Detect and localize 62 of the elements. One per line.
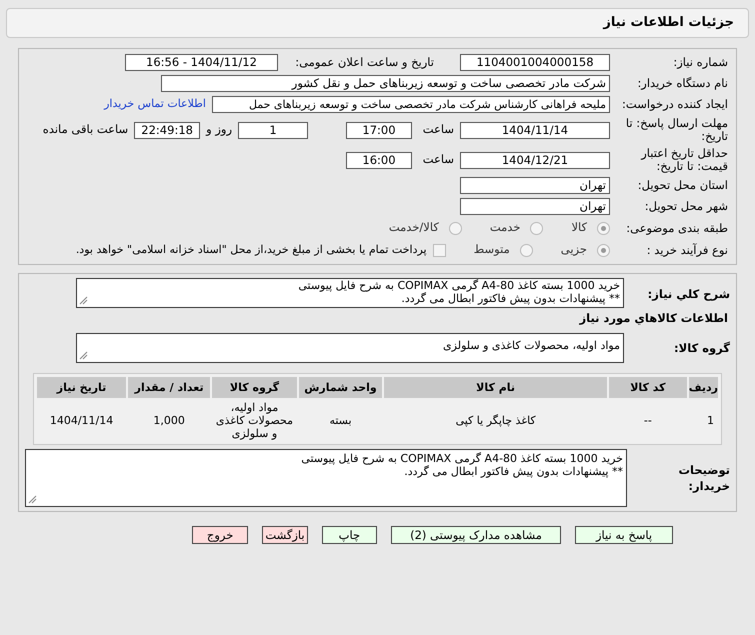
need-number-field: 1104001004000158 bbox=[460, 54, 610, 71]
deadline-time-field: 17:00 bbox=[346, 122, 412, 138]
radio-label: کالا/خدمت bbox=[388, 219, 440, 236]
radio-label: خدمت bbox=[490, 219, 522, 236]
page-title: جزئیات اطلاعات نیاز bbox=[603, 14, 734, 32]
announce-date-field: 1404/11/12 - 16:56 bbox=[125, 54, 278, 71]
province-field: تهران bbox=[460, 177, 610, 194]
column-header: نام کالا bbox=[384, 377, 607, 398]
field-label: شرح كلي نياز: bbox=[646, 286, 730, 303]
field-label: شماره نیاز: bbox=[672, 56, 728, 69]
field-label: استان محل تحویل: bbox=[636, 179, 728, 192]
validity-date-field: 1404/12/21 bbox=[460, 152, 610, 168]
field-label: طبقه بندی موضوعی: bbox=[625, 222, 728, 234]
resize-grip-icon[interactable] bbox=[28, 495, 37, 504]
field-label: شهر محل تحویل: bbox=[644, 200, 728, 213]
checkbox[interactable] bbox=[432, 244, 446, 256]
radio-button[interactable] bbox=[597, 222, 610, 234]
radio-button[interactable] bbox=[520, 244, 533, 256]
radio-label: کالا bbox=[571, 219, 588, 236]
radio-label: متوسط bbox=[474, 241, 511, 258]
column-header: ردیف bbox=[688, 377, 718, 398]
resize-grip-icon[interactable] bbox=[79, 351, 88, 360]
action-button[interactable]: مشاهده مدارک پیوستی (2) bbox=[391, 526, 561, 544]
buyer-notes-textarea: خرید 1000 بسته کاغذ A4-80 گرمی COPIMAX به شرح فایل پیوستی ** پیشنهادات بدون پیش فاکتور ابطال می گردد. bbox=[25, 449, 627, 508]
column-header: تاریخ نیاز bbox=[37, 377, 126, 398]
field-label: حداقل تاریخ اعتبار قیمت: تا تاریخ: bbox=[640, 147, 728, 173]
action-button[interactable]: بازگشت bbox=[262, 526, 308, 544]
validity-time-field: 16:00 bbox=[346, 152, 412, 168]
radio-button[interactable] bbox=[448, 222, 462, 234]
column-header: گروه کالا bbox=[212, 377, 297, 398]
column-header: تعداد / مقدار bbox=[128, 377, 210, 398]
section-heading: اطلاعات كالاهاي مورد نياز bbox=[578, 310, 729, 327]
field-label: نام دستگاه خریدار: bbox=[636, 77, 728, 90]
field-label: ساعت باقی مانده bbox=[42, 121, 128, 138]
field-label: روز و bbox=[206, 121, 232, 138]
city-field: تهران bbox=[460, 198, 610, 215]
action-button[interactable]: پاسخ به نیاز bbox=[574, 526, 674, 544]
deadline-date-field: 1404/11/14 bbox=[460, 122, 610, 138]
field-label: تاریخ و ساعت اعلان عمومی: bbox=[294, 54, 434, 71]
field-label: نوع فرآیند خرید : bbox=[646, 244, 728, 256]
column-header: واحد شمارش bbox=[298, 377, 382, 398]
action-button[interactable]: خروج bbox=[192, 526, 248, 544]
action-button[interactable]: چاپ bbox=[322, 526, 378, 544]
payment-note: پرداخت تمام یا بخشی از مبلغ خرید،از محل "اسناد خزانه اسلامی" خواهد بود. bbox=[76, 242, 427, 258]
resize-grip-icon[interactable] bbox=[79, 296, 88, 305]
field-label: ساعت bbox=[422, 151, 454, 168]
buyer-field: شرکت مادر تخصصی ساخت و توسعه زیربناهای حمل و نقل کشور bbox=[161, 75, 610, 92]
radio-label: جزیی bbox=[560, 241, 588, 258]
buyer-contact-link[interactable]: اطلاعات تماس خریدار bbox=[104, 96, 206, 113]
field-label: توضیحات خریدار: bbox=[678, 462, 730, 494]
description-textarea: خرید 1000 بسته کاغذ A4-80 گرمی COPIMAX به شرح فایل پیوستی ** پیشنهادات بدون پیش فاکتور ابطال می گردد. bbox=[76, 278, 624, 308]
column-header: کد کالا bbox=[608, 377, 687, 398]
radio-button[interactable] bbox=[530, 222, 544, 234]
field-label: ساعت bbox=[422, 121, 454, 138]
days-field: 1 bbox=[238, 122, 308, 138]
creator-field: ملیحه فراهانی کارشناس شرکت مادر تخصصی ساخت و توسعه زیربناهای حمل bbox=[212, 96, 610, 113]
radio-button[interactable] bbox=[597, 244, 610, 256]
field-label: مهلت ارسال پاسخ: تا تاریخ: bbox=[624, 117, 728, 143]
goods-group-textarea: مواد اولیه، محصولات کاغذی و سلولزی bbox=[76, 333, 624, 364]
field-label: ایجاد کننده درخواست: bbox=[621, 98, 728, 111]
field-label: گروه کالا: bbox=[673, 340, 730, 357]
remaining-time-field: 22:49:18 bbox=[134, 122, 200, 138]
